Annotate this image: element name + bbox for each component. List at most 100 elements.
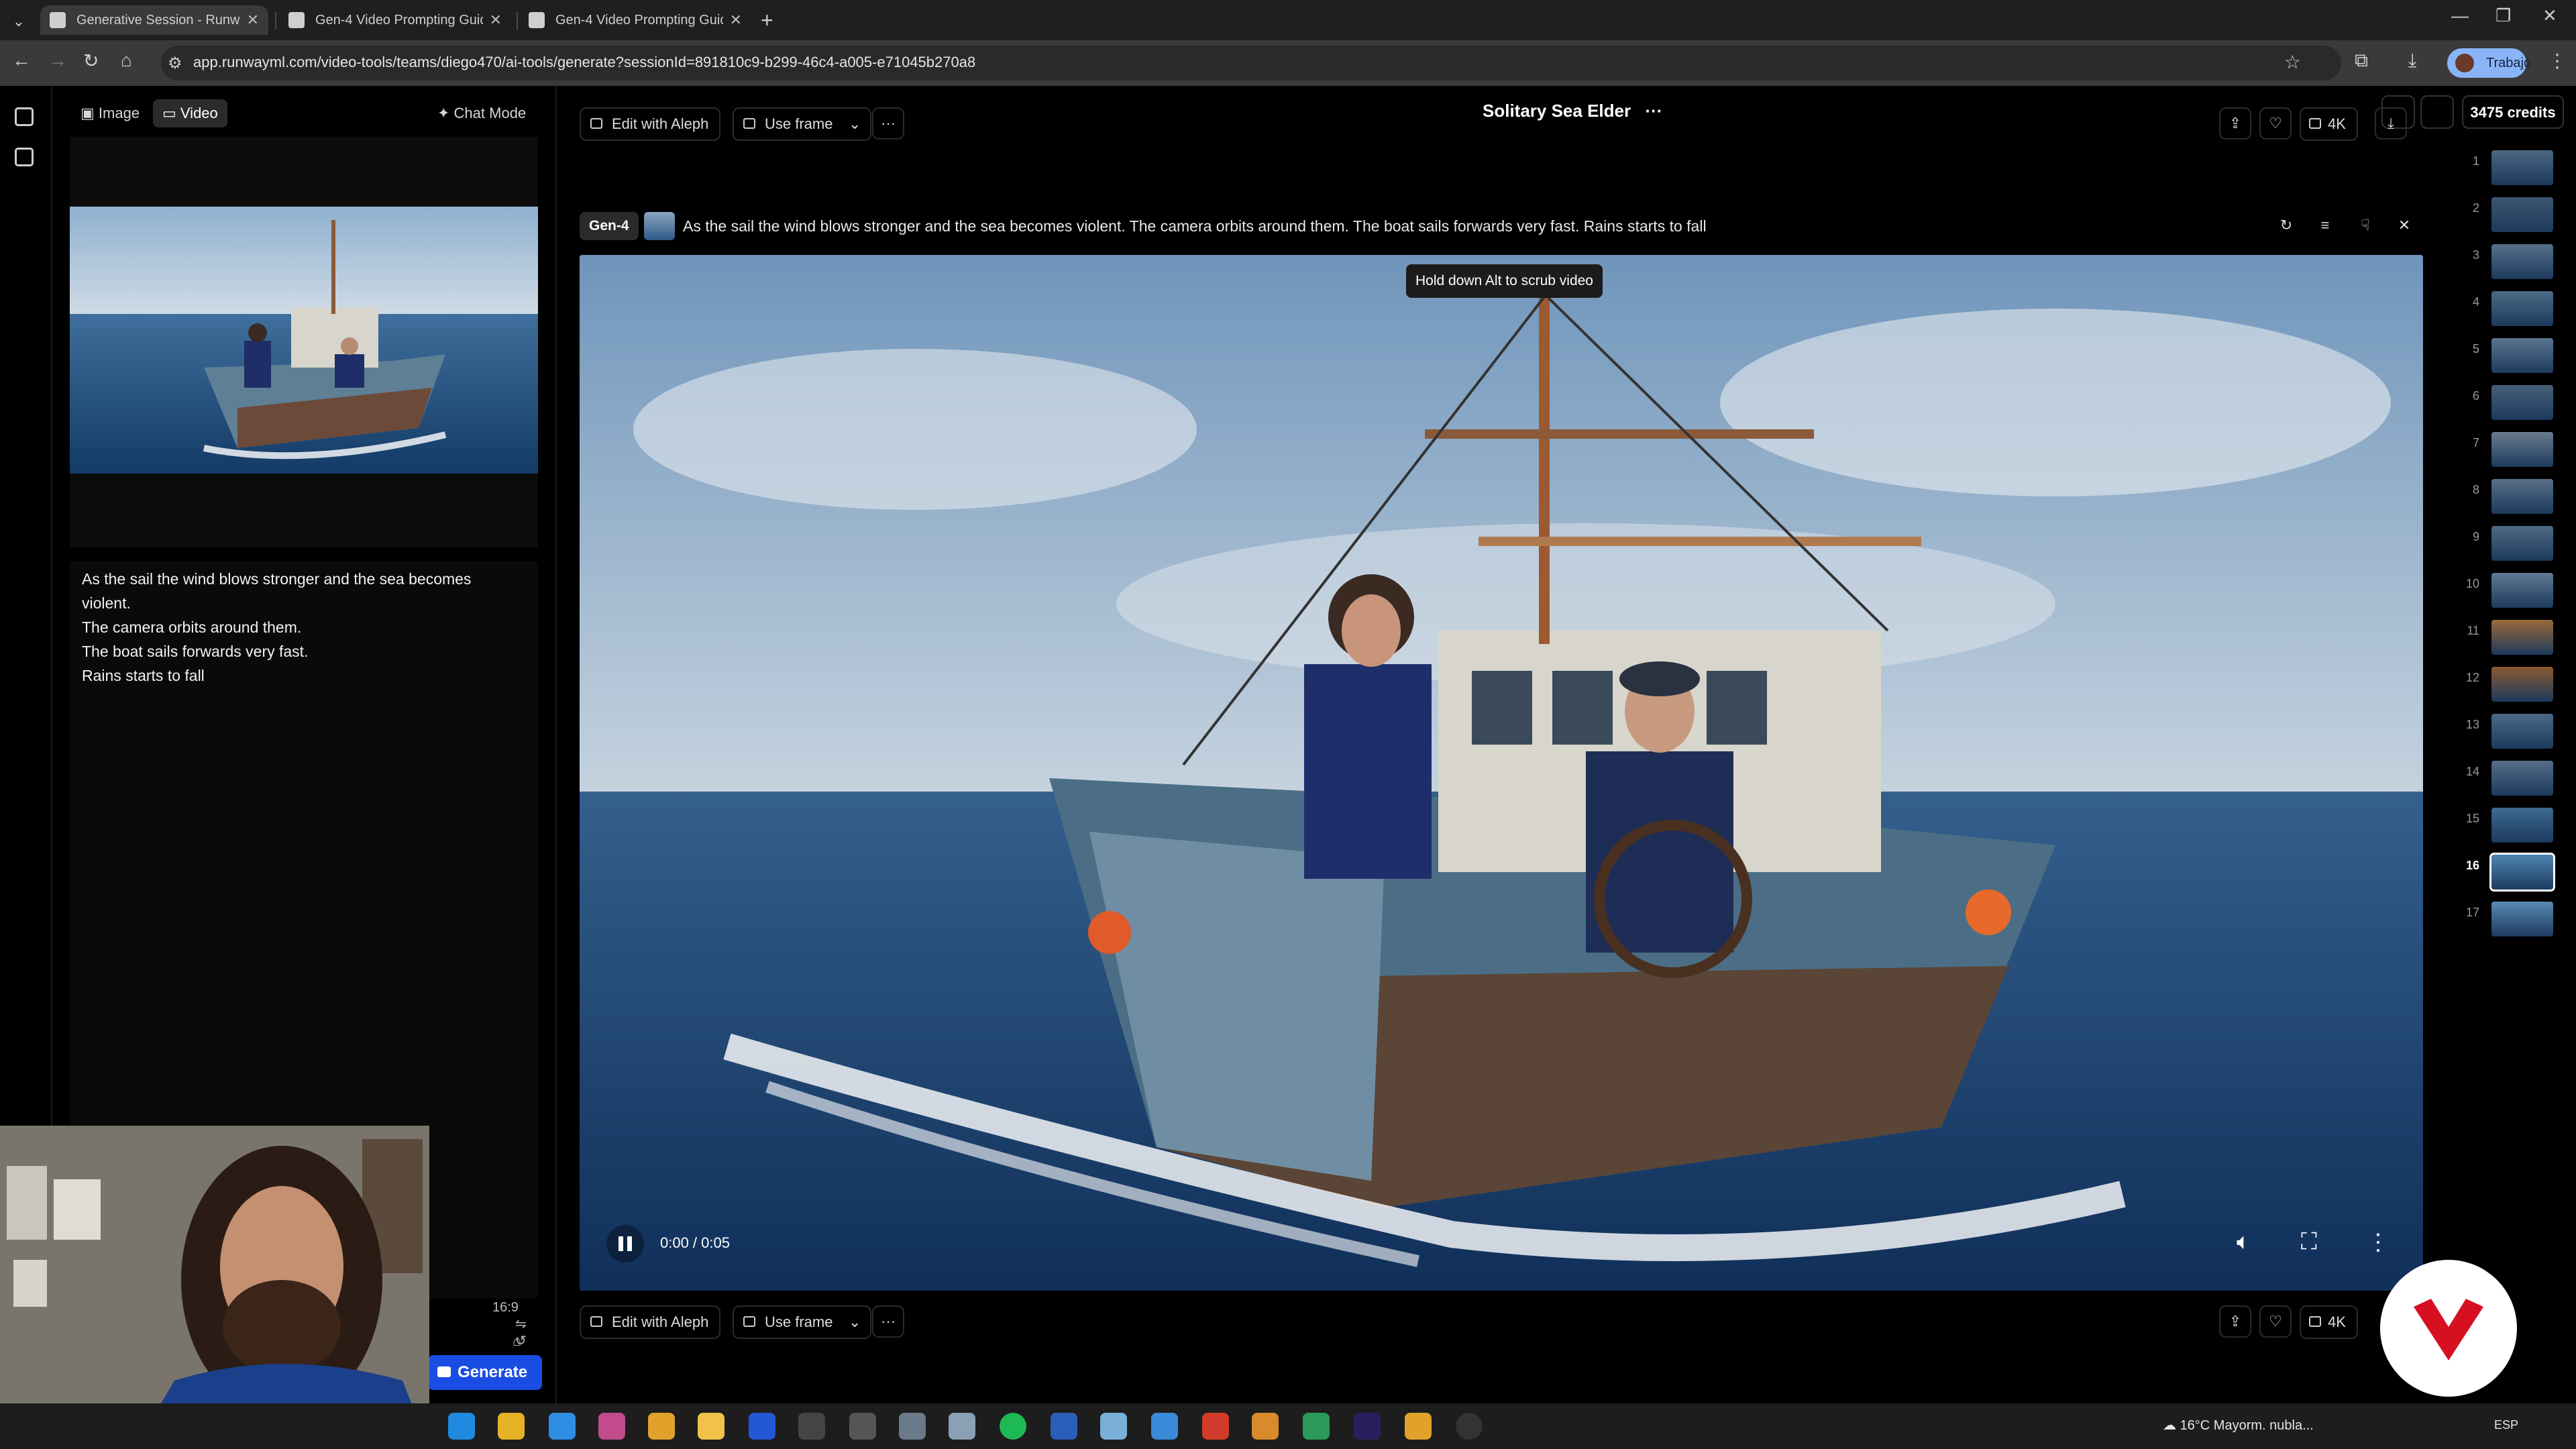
favorite-heart-icon[interactable]: ♡ [2259,107,2292,140]
weather-widget[interactable]: ☁ 16°C Mayorm. nubla... [2163,1417,2314,1434]
site-info-icon[interactable]: ⚙ [168,54,182,73]
close-window-icon[interactable]: ✕ [2542,5,2557,26]
new-session-icon[interactable] [15,148,34,166]
calendar-icon[interactable] [849,1413,876,1440]
chevron-down-icon[interactable]: ⌄ [849,1307,861,1338]
chrome-icon[interactable] [498,1413,525,1440]
reload-icon[interactable]: ↻ [83,50,99,72]
upscale-4k-button[interactable]: 4K [2300,107,2358,141]
close-tab-icon[interactable]: ✕ [490,11,502,29]
credits-badge[interactable]: 3475 credits [2462,95,2564,129]
dislike-icon[interactable]: ☟ [2349,211,2381,243]
pause-button[interactable] [606,1225,644,1263]
share-icon[interactable]: ⇪ [2219,107,2251,140]
home-icon[interactable]: ⌂ [121,50,132,71]
toggle-sidebar-icon[interactable] [15,107,34,126]
history-thumbnail[interactable] [2491,573,2553,608]
history-thumbnail[interactable] [2491,197,2553,232]
edit-with-aleph-button[interactable]: Edit with Aleph [580,107,721,141]
edge-icon[interactable] [448,1413,475,1440]
history-item[interactable]: 7 [2454,432,2561,470]
generation-prompt[interactable]: As the sail the wind blows stronger and … [683,217,1707,235]
history-item[interactable]: 8 [2454,479,2561,517]
aspect-ratio-button[interactable]: 16:9 ⇋ ↺ [492,1300,555,1349]
history-thumbnail[interactable] [2491,761,2553,796]
reference-image-frame[interactable] [70,137,538,547]
zoom-icon[interactable] [749,1413,775,1440]
history-item[interactable]: 12 [2454,667,2561,704]
app-icon[interactable] [598,1413,625,1440]
notion-icon[interactable] [798,1413,825,1440]
back-icon[interactable]: ← [12,50,31,71]
app-icon[interactable] [949,1413,975,1440]
store-icon[interactable] [549,1413,576,1440]
mode-image-tab[interactable]: ▣ Image [71,99,149,127]
history-thumbnail[interactable] [2491,479,2553,514]
download-icon[interactable]: ⤓ [2375,107,2407,140]
tab-prompting-guide-2[interactable]: Gen-4 Video Prompting Guide ✕ [519,5,751,35]
video-menu-icon[interactable]: ⋮ [2367,1229,2390,1256]
restore-icon[interactable]: ❐ [2496,5,2511,26]
browser-menu-icon[interactable]: ⋮ [2548,50,2567,72]
reference-thumbnail[interactable] [644,212,675,240]
history-thumbnail[interactable] [2491,385,2553,420]
generate-button[interactable]: Generate [428,1355,542,1390]
chrome-icon[interactable] [1405,1413,1432,1440]
reset-icon[interactable]: ↺ [515,1334,527,1348]
close-icon[interactable]: ✕ [2388,211,2420,243]
history-item[interactable]: 6 [2454,385,2561,423]
chevron-down-icon[interactable]: ⌄ [849,109,861,140]
history-item[interactable]: 13 [2454,714,2561,751]
excel-icon[interactable] [1303,1413,1330,1440]
history-thumbnail[interactable] [2491,902,2553,936]
tab-prompting-guide-1[interactable]: Gen-4 Video Prompting Guide ✕ [279,5,511,35]
history-thumbnail[interactable] [2491,291,2553,326]
history-item[interactable]: 17 [2454,902,2561,939]
edit-with-aleph-button[interactable]: Edit with Aleph [580,1305,721,1339]
favorite-heart-icon[interactable]: ♡ [2259,1305,2292,1338]
profile-button[interactable]: Trabajo [2447,48,2531,78]
word-icon[interactable] [1051,1413,1077,1440]
obs-icon[interactable] [1456,1413,1483,1440]
close-tab-icon[interactable]: ✕ [730,11,742,29]
file-explorer-icon[interactable] [698,1413,724,1440]
chat-mode-button[interactable]: ✦ Chat Mode [428,99,535,127]
history-item[interactable]: 16 [2454,853,2561,892]
history-item[interactable]: 1 [2454,150,2561,188]
fullscreen-icon[interactable]: ⛶ [2301,1229,2317,1255]
history-thumbnail[interactable] [2491,526,2553,561]
premiere-icon[interactable] [1354,1413,1381,1440]
history-item[interactable]: 3 [2454,244,2561,282]
share-icon[interactable]: ⇪ [2219,1305,2251,1338]
app-icon[interactable] [1202,1413,1229,1440]
history-thumbnail[interactable] [2491,432,2553,467]
rerun-icon[interactable]: ↻ [2270,211,2302,243]
spotify-icon[interactable] [1000,1413,1026,1440]
bookmark-star-icon[interactable]: ☆ [2284,51,2301,73]
tab-generative-session[interactable]: Generative Session - Runway ✕ [40,5,268,35]
new-tab-icon[interactable]: + [761,8,773,33]
address-bar[interactable]: ⚙ app.runwayml.com/video-tools/teams/die… [161,46,2341,80]
chrome-icon[interactable] [1252,1413,1279,1440]
history-thumbnail[interactable] [2491,714,2553,749]
mode-video-tab[interactable]: ▭ Video [153,99,227,127]
close-tab-icon[interactable]: ✕ [247,11,259,29]
downloads-icon[interactable]: ⤓ [2408,50,2416,72]
history-item[interactable]: 14 [2454,761,2561,798]
history-thumbnail[interactable] [2491,244,2553,279]
history-thumbnail[interactable] [2491,338,2553,373]
video-player[interactable]: Hold down Alt to scrub video 0:00 / 0:05… [580,255,2423,1291]
history-thumbnail[interactable] [2491,620,2553,655]
upscale-4k-button[interactable]: 4K [2300,1305,2358,1339]
app-icon[interactable] [899,1413,926,1440]
history-item[interactable]: 2 [2454,197,2561,235]
session-title[interactable]: Solitary Sea Elder ··· [1483,101,1662,121]
more-options-icon[interactable]: ··· [872,1305,904,1338]
history-item[interactable]: 15 [2454,808,2561,845]
input-language[interactable]: ESP [2494,1418,2518,1432]
settings-sliders-icon[interactable]: ⇋ [515,1317,527,1332]
tab-search-icon[interactable]: ⌄ [7,9,31,34]
history-item[interactable]: 5 [2454,338,2561,376]
history-thumbnail[interactable] [2489,853,2555,892]
use-frame-button[interactable]: Use frame ⌄ [733,107,872,141]
